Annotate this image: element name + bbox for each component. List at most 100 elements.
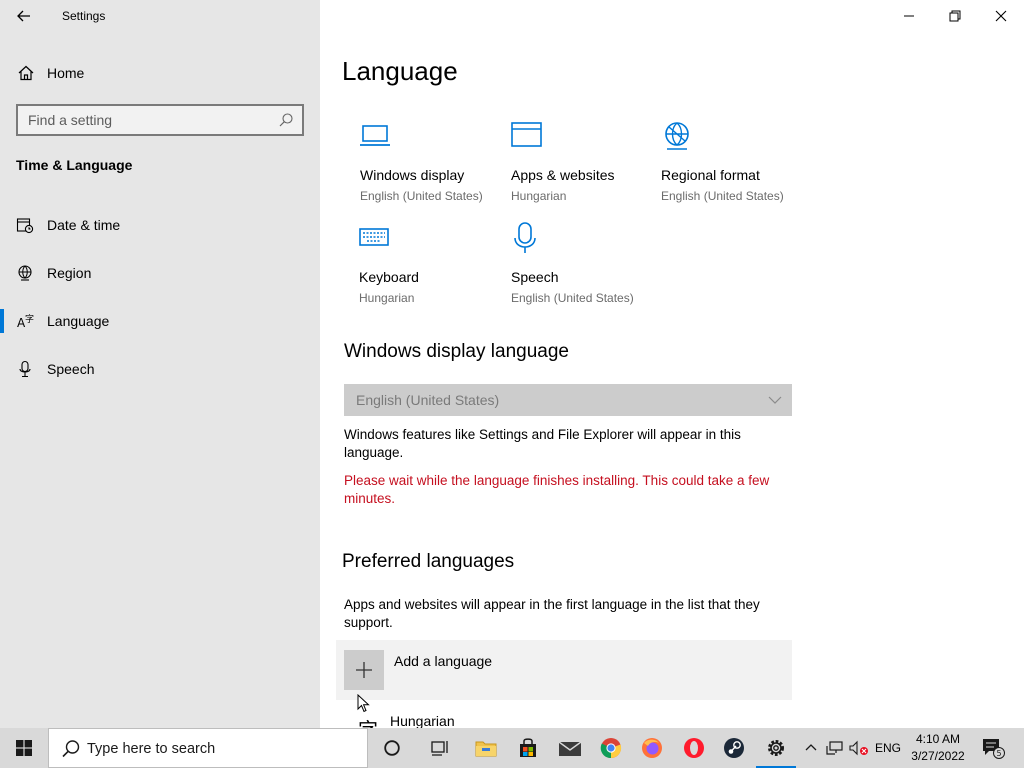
add-language-label: Add a language — [394, 653, 493, 669]
tile-label: Speech — [511, 269, 559, 285]
language-icon: A字 — [17, 313, 34, 330]
start-button[interactable] — [0, 728, 48, 768]
restore-button[interactable] — [932, 0, 978, 32]
sidebar-item-language[interactable]: A字 Language — [0, 301, 320, 341]
add-language-button[interactable]: Add a language — [336, 640, 792, 700]
app-title: Settings — [62, 9, 106, 23]
taskbar-store[interactable] — [508, 728, 548, 768]
chrome-icon — [600, 738, 622, 759]
notification-icon: 5 — [983, 739, 1005, 759]
taskbar-firefox[interactable] — [632, 728, 672, 768]
display-language-description: Windows features like Settings and File … — [344, 427, 741, 460]
file-explorer-icon — [475, 741, 497, 757]
clock-time: 4:10 AM — [915, 732, 961, 746]
taskbar-cortana[interactable] — [372, 728, 412, 768]
taskbar-search-box[interactable] — [48, 728, 368, 768]
cortana-icon — [384, 740, 400, 756]
keyboard-icon — [359, 228, 389, 246]
sidebar-item-home[interactable]: Home — [0, 58, 320, 88]
taskbar-file-explorer[interactable] — [466, 728, 506, 768]
tile-label: Apps & websites — [511, 167, 615, 183]
language-list-item[interactable]: 字 Hungarian — [336, 704, 792, 728]
tile-sublabel: Hungarian — [359, 291, 415, 305]
date-time-icon — [16, 218, 34, 234]
tile-apps-websites[interactable]: Apps & websites Hungarian — [511, 120, 661, 210]
windows-logo-icon — [16, 740, 32, 756]
microphone-icon — [19, 360, 31, 378]
chevron-down-icon — [768, 396, 782, 404]
chevron-up-icon — [805, 744, 817, 751]
find-setting-search-box[interactable] — [16, 104, 304, 136]
settings-icon — [768, 740, 784, 756]
sidebar: Settings Home Time & Language Date & tim… — [0, 0, 320, 728]
section-title: Time & Language — [16, 157, 133, 173]
action-center-button[interactable]: 5 — [978, 728, 1008, 768]
mouse-cursor-icon — [357, 694, 370, 713]
sidebar-item-label: Date & time — [47, 217, 121, 233]
tile-label: Regional format — [661, 167, 760, 183]
back-button[interactable] — [12, 4, 36, 28]
minimize-icon — [904, 15, 914, 17]
network-icon — [826, 741, 843, 755]
globe-icon — [18, 265, 32, 281]
close-icon — [995, 10, 1007, 22]
taskbar-task-view[interactable] — [420, 728, 460, 768]
tile-keyboard[interactable]: Keyboard Hungarian — [359, 222, 509, 312]
display-language-dropdown[interactable]: English (United States) — [344, 384, 792, 416]
taskbar-steam[interactable] — [714, 728, 754, 768]
search-icon[interactable] — [278, 112, 294, 128]
tile-sublabel: English (United States) — [661, 189, 784, 203]
clock[interactable]: 4:10 AM 3/27/2022 — [904, 731, 972, 765]
show-hidden-icons-button[interactable] — [802, 728, 820, 768]
taskbar-chrome[interactable] — [591, 728, 631, 768]
dropdown-selected-value: English (United States) — [356, 392, 500, 408]
language-name: Hungarian — [390, 713, 455, 728]
task-view-icon — [431, 741, 448, 756]
tile-label: Windows display — [360, 167, 465, 183]
sidebar-item-label: Region — [47, 265, 92, 281]
microphone-icon — [514, 222, 536, 253]
install-warning: Please wait while the language finishes … — [344, 473, 770, 506]
opera-icon — [684, 738, 704, 758]
firefox-icon — [642, 738, 662, 758]
store-icon — [520, 738, 536, 757]
tile-sublabel: English (United States) — [360, 189, 483, 203]
display-language-heading: Windows display language — [344, 341, 569, 362]
sidebar-item-speech[interactable]: Speech — [0, 349, 320, 389]
preferred-languages-heading: Preferred languages — [342, 551, 515, 572]
svg-text:字: 字 — [25, 313, 34, 325]
taskbar-opera[interactable] — [674, 728, 714, 768]
tile-sublabel: Hungarian — [511, 189, 567, 203]
restore-icon — [949, 10, 961, 22]
tile-windows-display[interactable]: Windows display English (United States) — [360, 120, 510, 210]
input-language-indicator[interactable]: ENG — [872, 728, 904, 768]
sidebar-item-date-time[interactable]: Date & time — [0, 205, 320, 245]
taskbar-mail[interactable] — [550, 728, 590, 768]
mail-icon — [558, 741, 582, 756]
taskbar-settings[interactable] — [756, 728, 796, 768]
language-glyph: 字 — [358, 714, 378, 728]
back-arrow-icon — [17, 10, 30, 22]
input-language-label: ENG — [874, 741, 901, 755]
tile-sublabel: English (United States) — [511, 291, 634, 305]
volume-muted-icon — [849, 740, 868, 756]
browser-window-icon — [511, 122, 542, 147]
sidebar-item-label: Speech — [47, 361, 95, 377]
close-button[interactable] — [978, 0, 1024, 32]
search-icon — [62, 740, 80, 758]
notification-count: 5 — [996, 749, 1001, 758]
volume-tray-button[interactable] — [848, 728, 870, 768]
preferred-languages-description: Apps and websites will appear in the fir… — [344, 597, 760, 630]
home-label: Home — [47, 65, 85, 81]
minimize-button[interactable] — [886, 0, 932, 32]
sidebar-item-region[interactable]: Region — [0, 253, 320, 293]
tile-regional-format[interactable]: Regional format English (United States) — [661, 120, 811, 210]
globe-icon — [665, 122, 689, 150]
taskbar-search-input[interactable] — [87, 737, 357, 761]
plus-icon — [356, 662, 372, 678]
tile-speech[interactable]: Speech English (United States) — [511, 222, 661, 312]
tile-label: Keyboard — [359, 269, 419, 285]
find-setting-input[interactable] — [18, 106, 268, 134]
network-tray-button[interactable] — [824, 728, 846, 768]
page-title: Language — [342, 56, 458, 86]
